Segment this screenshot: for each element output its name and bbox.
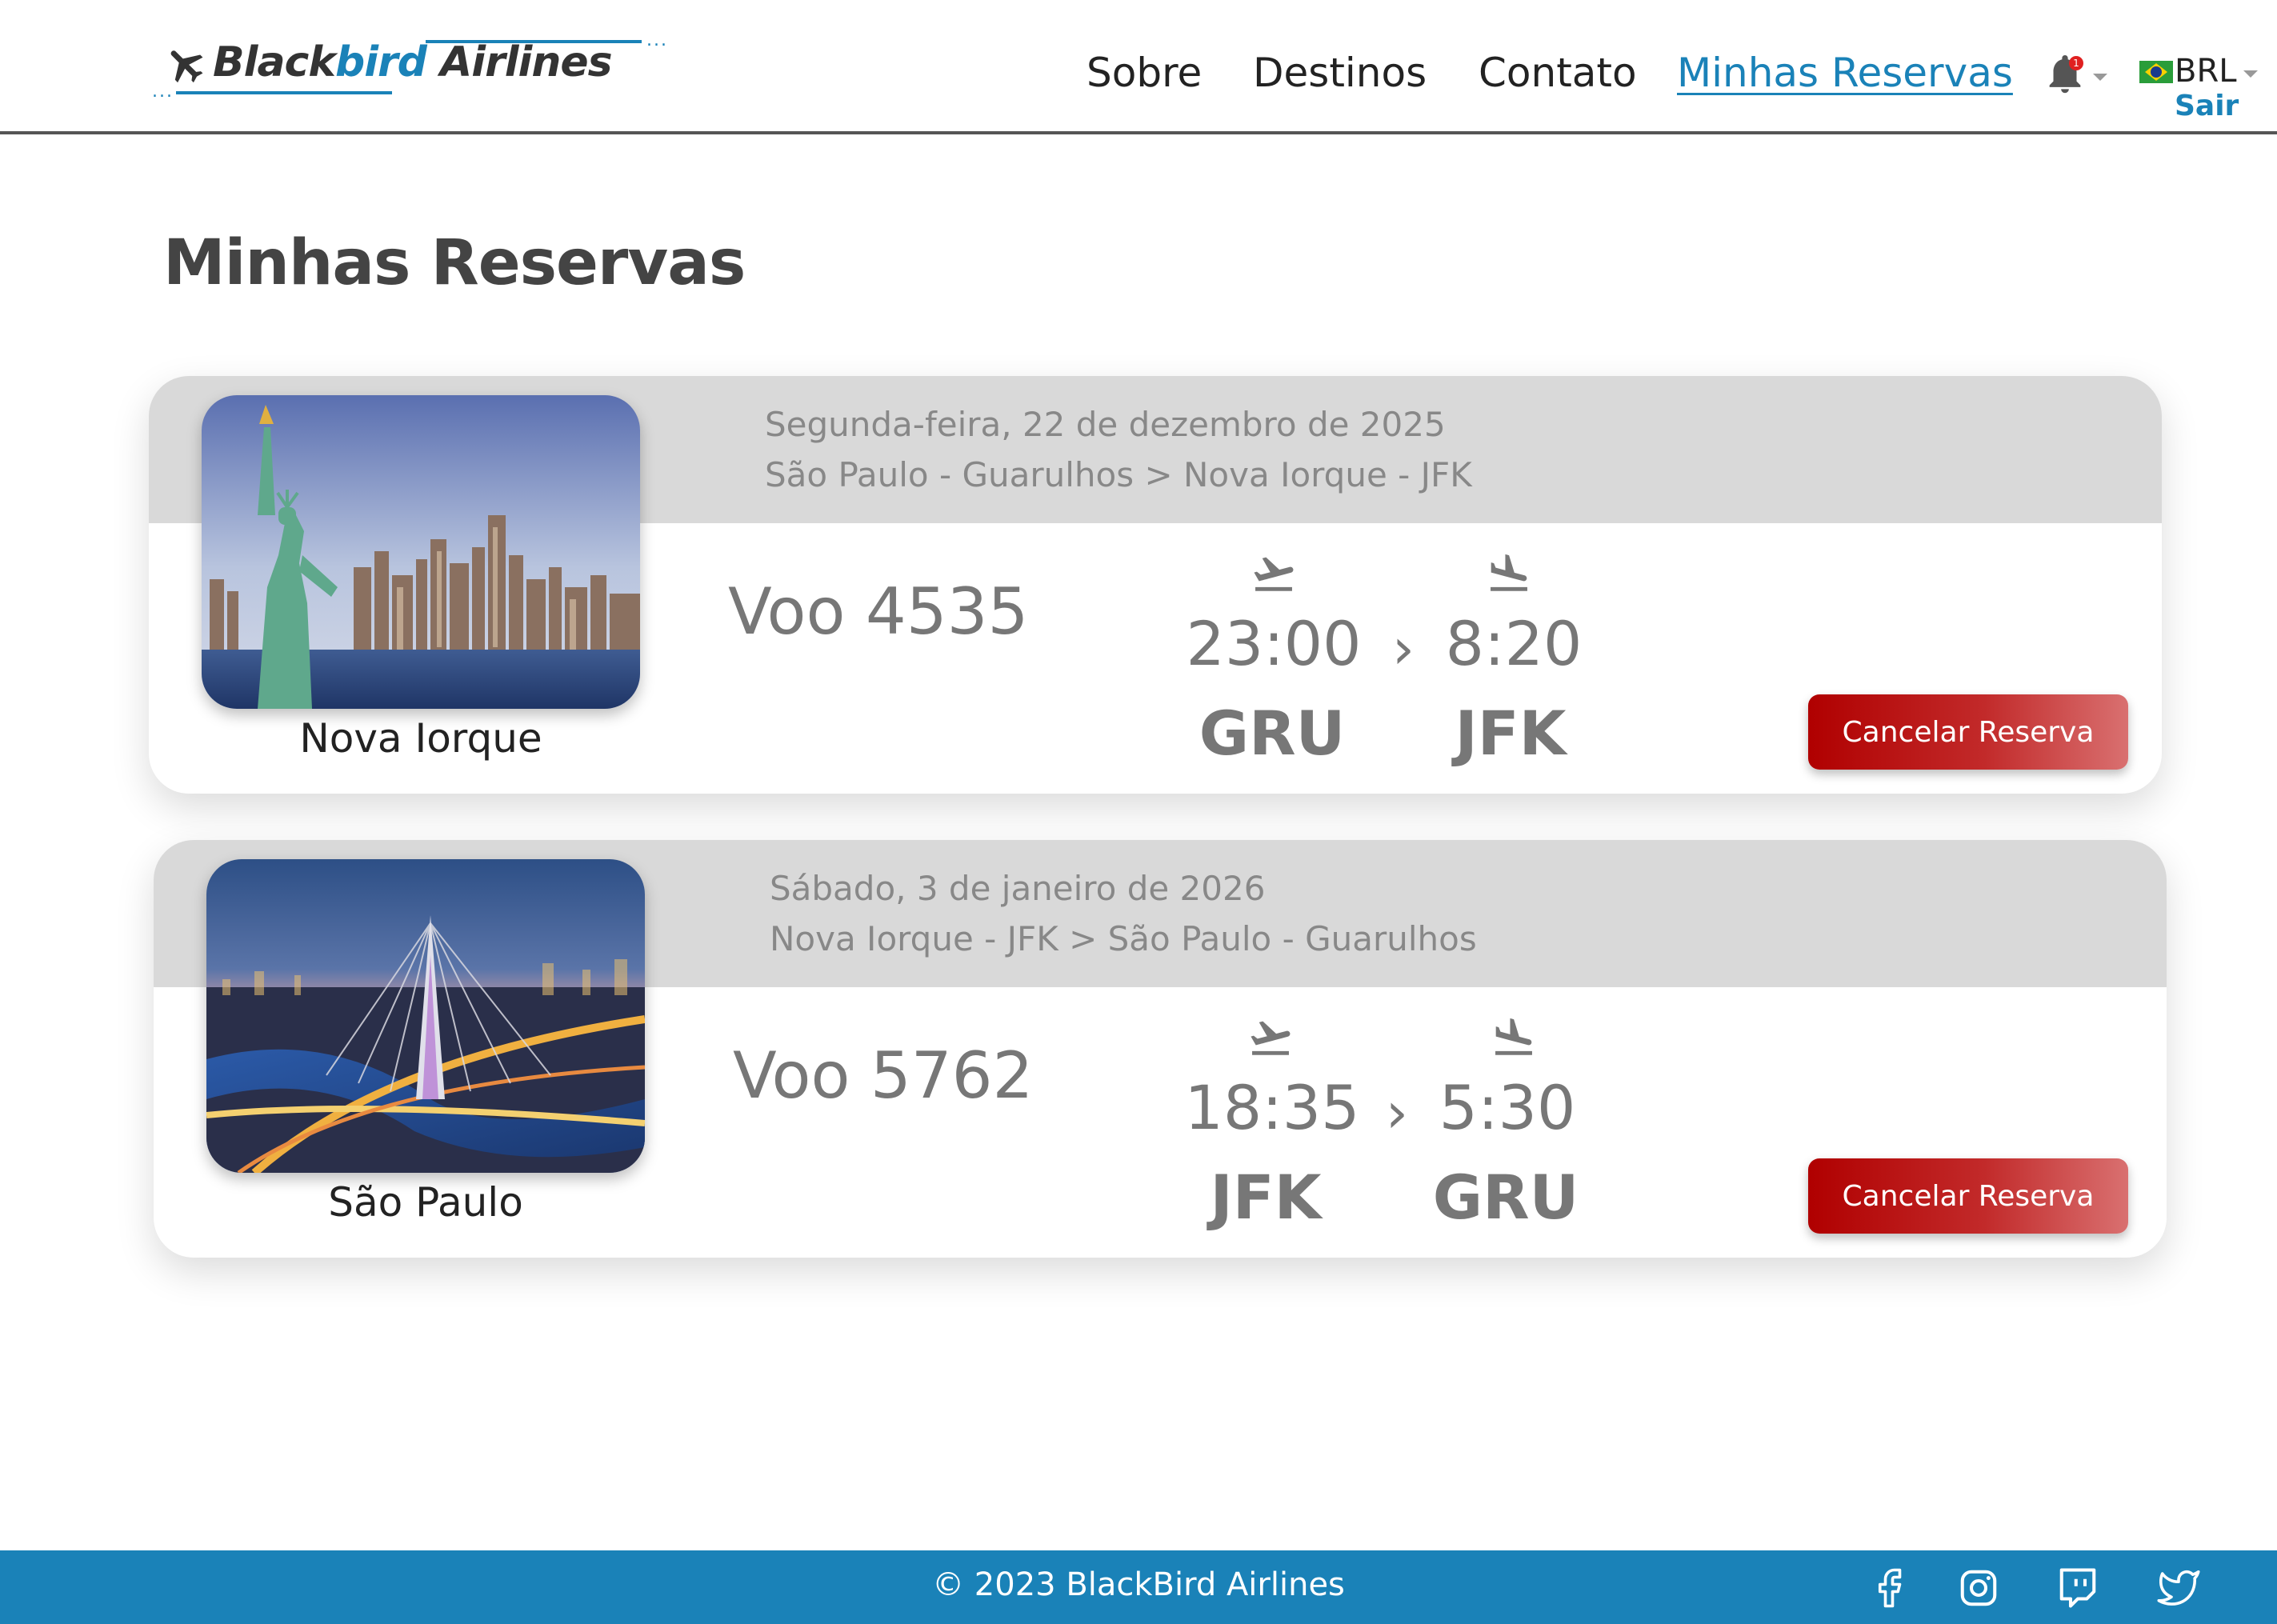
destination-airport-code: GRU — [1432, 1162, 1579, 1233]
flight-landing-icon — [1491, 554, 1527, 591]
logo-underline-bottom — [176, 91, 392, 94]
currency-dropdown-caret-icon[interactable] — [2243, 70, 2258, 78]
currency-selector[interactable]: BRL — [2175, 53, 2237, 90]
flight-number: Voo 5762 — [733, 1038, 1034, 1113]
nav-link-minhas-reservas[interactable]: Minhas Reservas — [1677, 50, 2013, 96]
reservation-card: São Paulo Sábado, 3 de janeiro de 2026 N… — [154, 840, 2167, 1258]
origin-airport-code: GRU — [1199, 698, 1346, 769]
logout-link[interactable]: Sair — [2175, 90, 2239, 122]
facebook-icon[interactable] — [1867, 1566, 1911, 1610]
departure-time: 18:35 — [1184, 1072, 1360, 1143]
arrival-time: 5:30 — [1439, 1072, 1576, 1143]
brazil-flag-icon[interactable] — [2139, 61, 2173, 83]
arrival-time: 8:20 — [1445, 608, 1583, 679]
flight-landing-icon — [1495, 1018, 1532, 1055]
nav-link-sobre[interactable]: Sobre — [1086, 50, 1202, 96]
destination-airport-code: JFK — [1455, 698, 1567, 769]
airplane-icon — [170, 50, 203, 83]
logo-dots-top: ... — [646, 30, 668, 50]
reservation-card: Nova Iorque Segunda-feira, 22 de dezembr… — [149, 376, 2162, 794]
footer: © 2023 BlackBird Airlines — [0, 1550, 2277, 1624]
notification-bell-icon[interactable] — [2042, 48, 2088, 99]
destination-city-name: São Paulo — [328, 1179, 523, 1226]
reservation-date: Sábado, 3 de janeiro de 2026 — [770, 869, 1266, 908]
cancel-reservation-button[interactable]: Cancelar Reserva — [1808, 1158, 2128, 1234]
notifications-dropdown-caret-icon[interactable] — [2093, 74, 2107, 81]
cancel-reservation-button[interactable]: Cancelar Reserva — [1808, 694, 2128, 770]
notification-badge: 1 — [2069, 56, 2083, 70]
destination-photo-sao-paulo — [206, 859, 645, 1173]
reservation-date: Segunda-feira, 22 de dezembro de 2025 — [765, 405, 1446, 444]
nav-link-destinos[interactable]: Destinos — [1253, 50, 1427, 96]
logo-dots-bottom: ... — [152, 82, 174, 102]
brand-name: Blackbird Airlines — [213, 38, 613, 86]
origin-airport-code: JFK — [1210, 1162, 1322, 1233]
page-title: Minhas Reservas — [163, 227, 746, 299]
departure-time: 23:00 — [1186, 608, 1362, 679]
instagram-icon[interactable] — [1957, 1566, 2000, 1610]
flight-takeoff-icon — [1254, 557, 1294, 591]
reservation-route: Nova Iorque - JFK > São Paulo - Guarulho… — [770, 919, 1477, 958]
top-navbar: Blackbird Airlines ... ... Sobre Destino… — [0, 0, 2277, 134]
reservation-route: São Paulo - Guarulhos > Nova Iorque - JF… — [765, 455, 1472, 494]
destination-photo-new-york — [202, 395, 640, 709]
copyright-text: © 2023 BlackBird Airlines — [932, 1566, 1345, 1603]
flight-takeoff-icon — [1251, 1021, 1291, 1055]
nav-link-contato[interactable]: Contato — [1479, 50, 1637, 96]
destination-city-name: Nova Iorque — [299, 715, 542, 762]
logo-underline-top — [426, 40, 642, 43]
brand-logo[interactable]: Blackbird Airlines ... ... — [152, 30, 669, 106]
twitch-icon[interactable] — [2056, 1566, 2099, 1610]
twitter-icon[interactable] — [2157, 1566, 2200, 1610]
flight-number: Voo 4535 — [728, 574, 1029, 649]
